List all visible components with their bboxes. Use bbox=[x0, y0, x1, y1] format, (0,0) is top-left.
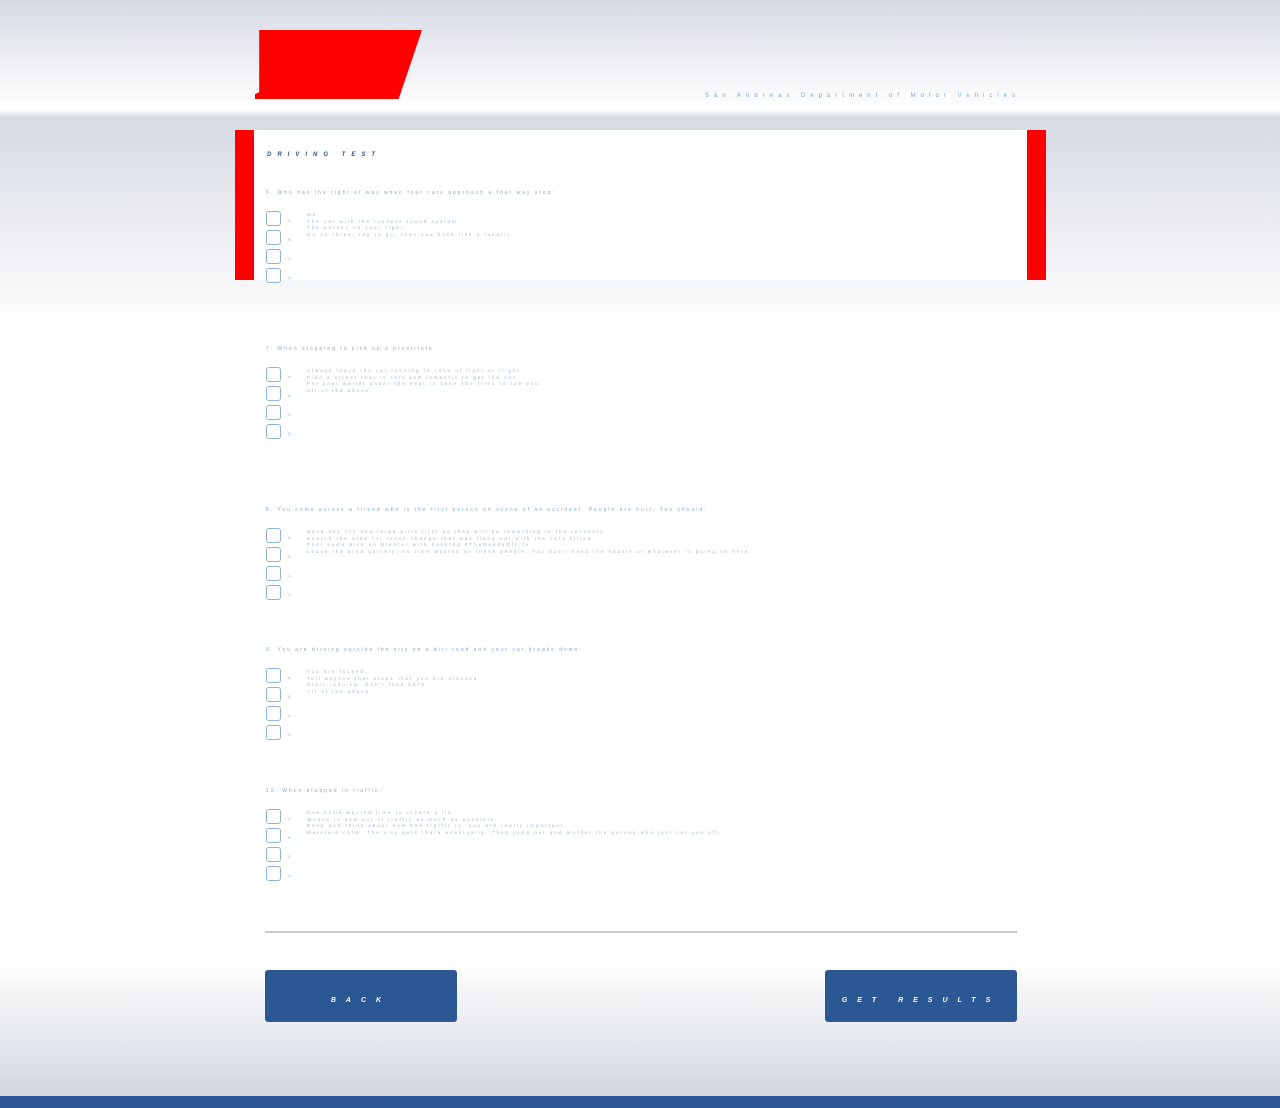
option-letter: A. bbox=[288, 218, 294, 223]
checkbox-a[interactable] bbox=[266, 809, 281, 824]
department-name: San Andreas Department of Motor Vehicles bbox=[704, 93, 1020, 99]
left-red-stripe bbox=[235, 130, 254, 280]
option-letter: B. bbox=[288, 694, 294, 699]
option-letter: B. bbox=[288, 835, 294, 840]
checkbox-d[interactable] bbox=[266, 424, 281, 439]
answer-options: Me. The car with the loudest sound syste… bbox=[307, 212, 515, 238]
option-letter: C. bbox=[288, 854, 294, 859]
option-row-b: B. bbox=[266, 230, 296, 246]
option-letter: A. bbox=[288, 535, 294, 540]
option-row-d: D. bbox=[266, 424, 296, 440]
question-text: 6. Who has the right of way when four ca… bbox=[266, 190, 556, 196]
option-row-a: A. bbox=[266, 809, 296, 825]
question-text: 8. You come across a friend who is the f… bbox=[266, 507, 708, 513]
option-row-b: B. bbox=[266, 547, 296, 563]
option-letter: C. bbox=[288, 573, 294, 578]
option-letter: D. bbox=[288, 592, 294, 597]
checkbox-a[interactable] bbox=[266, 668, 281, 683]
option-row-b: B. bbox=[266, 687, 296, 703]
option-row-a: A. bbox=[266, 668, 296, 684]
checkbox-b[interactable] bbox=[266, 828, 281, 843]
option-letter: B. bbox=[288, 393, 294, 398]
checkbox-a[interactable] bbox=[266, 528, 281, 543]
checkbox-b[interactable] bbox=[266, 386, 281, 401]
option-letter: C. bbox=[288, 412, 294, 417]
right-red-stripe bbox=[1027, 130, 1046, 280]
answer-options: Use some wasted time to create a lie. We… bbox=[307, 810, 722, 836]
get-results-button[interactable]: GET RESULTS bbox=[825, 970, 1017, 1022]
checkbox-d[interactable] bbox=[266, 866, 281, 881]
checkbox-c[interactable] bbox=[266, 566, 281, 581]
checkbox-a[interactable] bbox=[266, 367, 281, 382]
option-row-c: C. bbox=[266, 847, 296, 863]
dmv-logo bbox=[255, 30, 422, 99]
option-row-d: D. bbox=[266, 866, 296, 882]
page-title: DRIVING TEST bbox=[267, 152, 382, 158]
answer-option-c: Put your wallet under the seat in case s… bbox=[307, 381, 543, 386]
option-letter: D. bbox=[288, 431, 294, 436]
checkbox-c[interactable] bbox=[266, 706, 281, 721]
answer-option-d: All of the above. bbox=[307, 387, 374, 393]
footer-bar bbox=[0, 1096, 1280, 1108]
question-text: 10. When stopped in traffic: bbox=[266, 788, 383, 794]
option-row-c: C. bbox=[266, 249, 296, 265]
option-letter: A. bbox=[288, 675, 294, 680]
option-row-a: A. bbox=[266, 528, 296, 544]
option-row-d: D. bbox=[266, 585, 296, 601]
option-row-b: B. bbox=[266, 386, 296, 402]
answer-options: You are fucked. Tell anyone that stops t… bbox=[307, 669, 482, 695]
checkbox-b[interactable] bbox=[266, 547, 281, 562]
back-button-label: BACK bbox=[330, 997, 392, 1004]
checkbox-c[interactable] bbox=[266, 405, 281, 420]
checkbox-c[interactable] bbox=[266, 847, 281, 862]
checkbox-b[interactable] bbox=[266, 687, 281, 702]
option-row-b: B. bbox=[266, 828, 296, 844]
option-letter: A. bbox=[288, 374, 294, 379]
option-letter: D. bbox=[288, 732, 294, 737]
answer-options: Always leave the car running in case of … bbox=[307, 368, 543, 394]
option-letter: A. bbox=[288, 816, 294, 821]
option-row-d: D. bbox=[266, 268, 296, 284]
checkbox-b[interactable] bbox=[266, 230, 281, 245]
question-text: 9. You are driving outside the city on a… bbox=[266, 647, 583, 653]
checkbox-a[interactable] bbox=[266, 211, 281, 226]
answer-option-d: All of the above. bbox=[307, 688, 374, 694]
answer-option-d: Go on three, tap to go, then you honk li… bbox=[307, 231, 515, 237]
get-results-button-label: GET RESULTS bbox=[841, 997, 1001, 1004]
checkbox-d[interactable] bbox=[266, 585, 281, 600]
option-row-a: A. bbox=[266, 367, 296, 383]
option-row-d: D. bbox=[266, 725, 296, 741]
option-letter: C. bbox=[288, 713, 294, 718]
answer-options: Save any fun and large girls first as th… bbox=[307, 529, 753, 555]
site-header: San Andreas Department of Motor Vehicles bbox=[0, 0, 1280, 115]
option-row-a: A. bbox=[266, 211, 296, 227]
option-letter: D. bbox=[288, 873, 294, 878]
option-row-c: C. bbox=[266, 706, 296, 722]
answer-option-a: Always leave the car running in case of … bbox=[307, 368, 525, 373]
answer-option-d: Leave the area quickly, no time wasted o… bbox=[307, 548, 753, 554]
option-letter: C. bbox=[288, 256, 294, 261]
back-button[interactable]: BACK bbox=[265, 970, 457, 1022]
option-letter: B. bbox=[288, 237, 294, 242]
option-row-c: C. bbox=[266, 405, 296, 421]
question-text: 7. When stopping to pick up a prostitute… bbox=[266, 346, 438, 352]
option-row-c: C. bbox=[266, 566, 296, 582]
checkbox-d[interactable] bbox=[266, 268, 281, 283]
answer-option-d: Maintain calm. The city gets there event… bbox=[307, 829, 723, 835]
checkbox-d[interactable] bbox=[266, 725, 281, 740]
option-letter: B. bbox=[288, 554, 294, 559]
divider bbox=[265, 931, 1017, 933]
checkbox-c[interactable] bbox=[266, 249, 281, 264]
option-letter: D. bbox=[288, 275, 294, 280]
